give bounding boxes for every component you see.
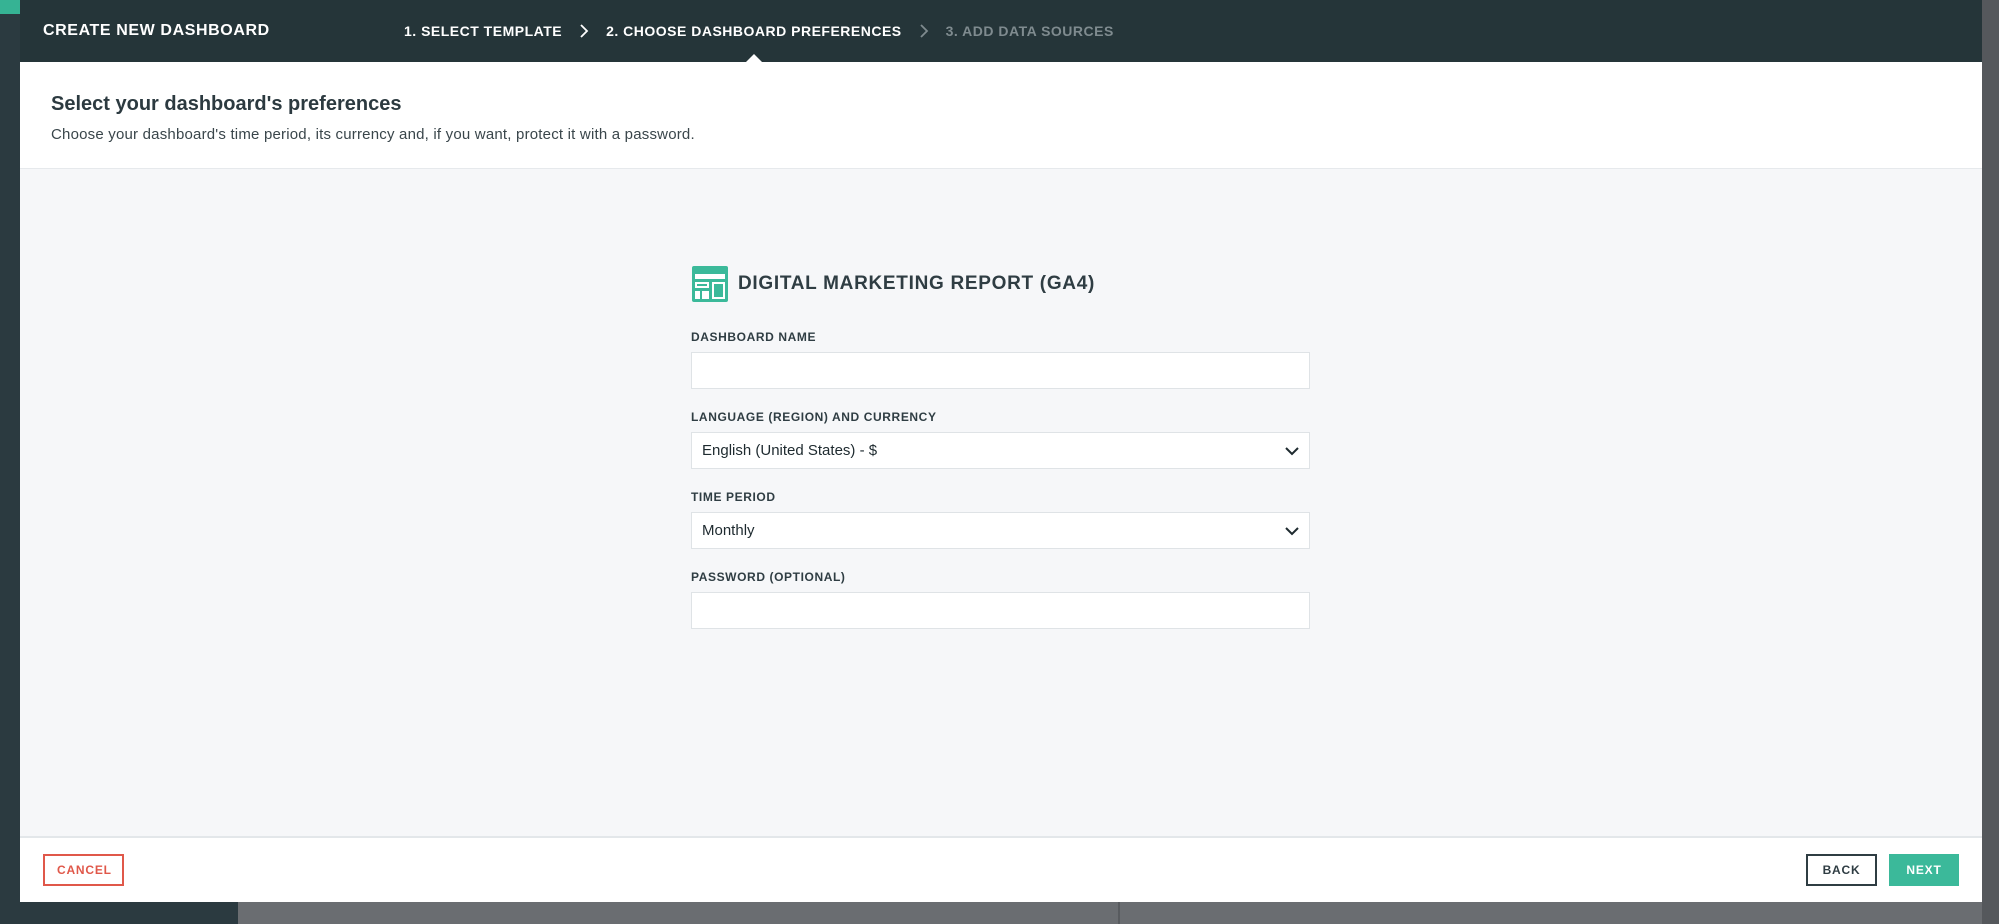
chevron-down-icon: [1285, 446, 1299, 456]
password-label: PASSWORD (OPTIONAL): [691, 570, 846, 584]
password-field: PASSWORD (OPTIONAL): [691, 570, 1310, 629]
time-period-select[interactable]: Monthly: [691, 512, 1310, 549]
time-period-field: TIME PERIOD Monthly: [691, 490, 1310, 549]
footer-actions: BACK NEXT: [1806, 854, 1959, 886]
page-title: Select your dashboard's preferences: [51, 93, 402, 115]
next-button[interactable]: NEXT: [1889, 854, 1959, 886]
dashboard-template-icon: [691, 265, 729, 303]
chevron-down-icon: [1285, 526, 1299, 536]
chevron-right-icon: [578, 24, 590, 38]
step-choose-preferences[interactable]: 2. CHOOSE DASHBOARD PREFERENCES: [606, 0, 902, 62]
dashboard-name-field: DASHBOARD NAME: [691, 330, 1310, 389]
dashboard-name-label: DASHBOARD NAME: [691, 330, 817, 344]
modal-content: DIGITAL MARKETING REPORT (GA4) DASHBOARD…: [20, 169, 1982, 836]
intro-section: Select your dashboard's preferences Choo…: [20, 62, 1982, 169]
language-currency-select[interactable]: English (United States) - $: [691, 432, 1310, 469]
report-title: DIGITAL MARKETING REPORT (GA4): [738, 273, 1096, 294]
back-button[interactable]: BACK: [1806, 854, 1877, 886]
preferences-form: DIGITAL MARKETING REPORT (GA4) DASHBOARD…: [691, 265, 1310, 650]
page-subtitle: Choose your dashboard's time period, its…: [51, 126, 695, 143]
step-add-data-sources: 3. ADD DATA SOURCES: [945, 23, 1114, 39]
app-right-backdrop: [1982, 0, 1999, 924]
dashboard-name-input[interactable]: [691, 352, 1310, 389]
time-period-value: Monthly: [702, 522, 755, 539]
app-bottom-divider: [1118, 902, 1120, 924]
wizard-steps: 1. SELECT TEMPLATE 2. CHOOSE DASHBOARD P…: [404, 0, 1114, 62]
create-dashboard-modal: CREATE NEW DASHBOARD 1. SELECT TEMPLATE …: [20, 0, 1982, 902]
step-select-template[interactable]: 1. SELECT TEMPLATE: [404, 0, 562, 62]
chevron-right-icon: [918, 24, 930, 38]
modal-header: CREATE NEW DASHBOARD 1. SELECT TEMPLATE …: [20, 0, 1982, 62]
password-input[interactable]: [691, 592, 1310, 629]
modal-title: CREATE NEW DASHBOARD: [43, 22, 270, 39]
language-currency-label: LANGUAGE (REGION) AND CURRENCY: [691, 410, 937, 424]
language-currency-field: LANGUAGE (REGION) AND CURRENCY English (…: [691, 410, 1310, 469]
cancel-button[interactable]: CANCEL: [43, 854, 124, 886]
report-header: DIGITAL MARKETING REPORT (GA4): [691, 265, 1310, 303]
time-period-label: TIME PERIOD: [691, 490, 776, 504]
modal-footer: CANCEL BACK NEXT: [20, 836, 1982, 902]
language-currency-value: English (United States) - $: [702, 442, 878, 459]
